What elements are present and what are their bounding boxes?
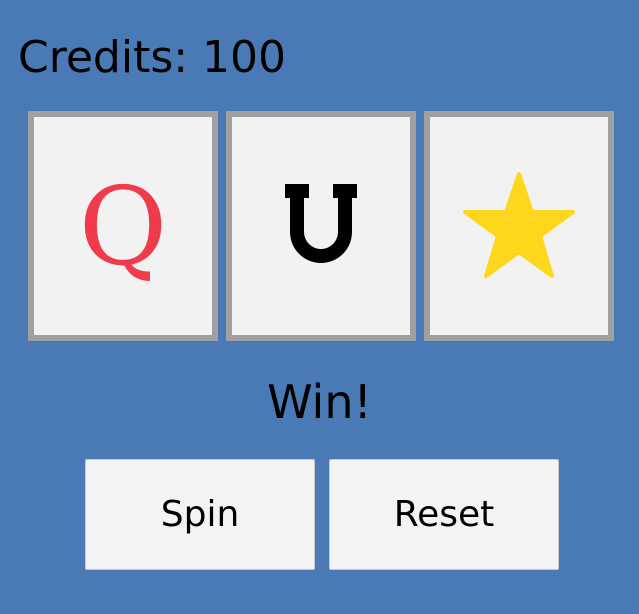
spin-button[interactable]: Spin: [85, 459, 315, 570]
reel-2: [226, 111, 416, 341]
reel-3: [424, 111, 614, 341]
horseshoe-icon: [285, 184, 357, 263]
credits-display: Credits: 100: [18, 32, 287, 83]
svg-text:Q: Q: [79, 166, 168, 286]
reset-button[interactable]: Reset: [329, 459, 559, 570]
reset-button-label: Reset: [393, 494, 495, 535]
reel-1: Q: [28, 111, 218, 341]
spin-button-label: Spin: [160, 494, 240, 535]
star-icon: [463, 172, 575, 278]
result-message: Win!: [267, 375, 372, 429]
queen-q-icon: Q: [79, 166, 168, 286]
